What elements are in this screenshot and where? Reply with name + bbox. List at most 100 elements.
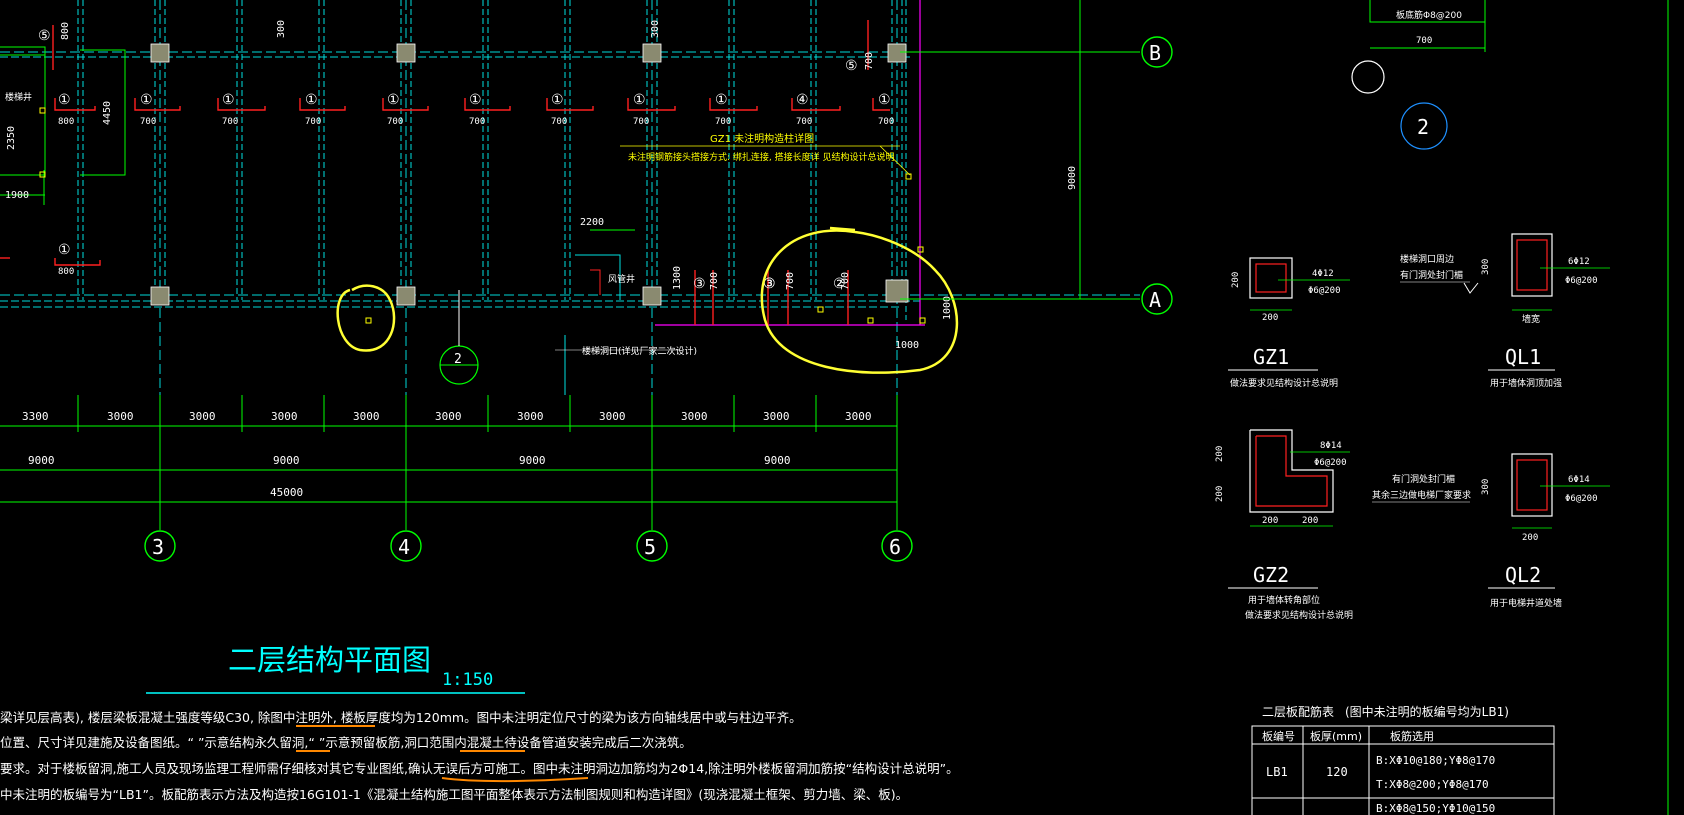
svg-text:300: 300 — [276, 20, 287, 38]
rebar-tag: ① — [633, 92, 646, 108]
svg-text:2: 2 — [454, 352, 462, 367]
svg-text:300: 300 — [650, 20, 661, 38]
svg-text:楼梯洞口(详见厂家二次设计): 楼梯洞口(详见厂家二次设计) — [582, 345, 697, 357]
svg-text:9000: 9000 — [764, 454, 791, 467]
svg-text:700: 700 — [864, 52, 875, 70]
stair-label: 楼梯井 — [5, 91, 32, 103]
table-cell: 120 — [1326, 765, 1348, 779]
rebar-tag: ⑤ — [845, 58, 858, 74]
svg-text:有门洞处封门楣: 有门洞处封门楣 — [1400, 269, 1463, 281]
svg-text:300: 300 — [1481, 259, 1491, 275]
slab-table-title: 二层板配筋表 — [1262, 704, 1334, 719]
cad-drawing-canvas[interactable]: ① ① ① ① ① ① ① ① ① ④ ① ① ⑤ ⑤ ③ ③ ② ③ 800 … — [0, 0, 1684, 815]
slab-table-subtitle: (图中未注明的板编号均为LB1) — [1345, 704, 1509, 719]
svg-text:4Φ12: 4Φ12 — [1312, 269, 1334, 279]
svg-text:9000: 9000 — [1067, 166, 1078, 190]
note-line: 梁详见层高表), 楼层梁板混凝土强度等级C30, 除图中注明外, 楼板厚度均为1… — [0, 710, 802, 725]
rebar-tag: ① — [58, 92, 71, 108]
svg-text:700: 700 — [840, 272, 851, 290]
svg-text:板底筋Φ8@200: 板底筋Φ8@200 — [1396, 9, 1462, 21]
svg-text:墙宽: 墙宽 — [1522, 313, 1540, 325]
svg-text:9000: 9000 — [519, 454, 546, 467]
svg-text:700: 700 — [709, 272, 720, 290]
svg-text:B: B — [1149, 41, 1161, 65]
svg-text:700: 700 — [140, 117, 156, 127]
rebar-tag: ① — [387, 92, 400, 108]
svg-text:700: 700 — [1416, 36, 1432, 46]
ventilation-label: 风管井 — [608, 273, 635, 285]
svg-text:用于电梯井道处墙: 用于电梯井道处墙 — [1490, 597, 1562, 609]
svg-text:4450: 4450 — [102, 101, 113, 125]
svg-text:Φ6@200: Φ6@200 — [1314, 458, 1347, 468]
svg-text:700: 700 — [785, 272, 796, 290]
svg-text:QL1: QL1 — [1505, 345, 1541, 369]
svg-text:A: A — [1149, 288, 1161, 312]
svg-text:GZ1 未注明构造柱详图: GZ1 未注明构造柱详图 — [710, 132, 814, 145]
svg-text:GZ2: GZ2 — [1253, 563, 1289, 587]
svg-text:9000: 9000 — [28, 454, 55, 467]
svg-text:2350: 2350 — [6, 126, 17, 150]
svg-text:3000: 3000 — [845, 410, 872, 423]
svg-text:楼梯洞口周边: 楼梯洞口周边 — [1400, 253, 1454, 265]
rebar-tag: ① — [305, 92, 318, 108]
svg-text:300: 300 — [1481, 479, 1491, 495]
svg-text:200: 200 — [1231, 272, 1241, 288]
svg-text:700: 700 — [469, 117, 485, 127]
svg-text:Φ6@200: Φ6@200 — [1565, 494, 1598, 504]
svg-text:45000: 45000 — [270, 486, 303, 499]
svg-text:800: 800 — [58, 267, 74, 277]
svg-text:6Φ14: 6Φ14 — [1568, 475, 1590, 485]
svg-text:3000: 3000 — [107, 410, 134, 423]
rebar-tag: ① — [551, 92, 564, 108]
svg-text:2: 2 — [1417, 115, 1429, 139]
svg-text:200: 200 — [1215, 486, 1225, 502]
svg-text:700: 700 — [796, 117, 812, 127]
svg-text:700: 700 — [305, 117, 321, 127]
table-header: 板筋选用 — [1390, 729, 1434, 743]
svg-text:3000: 3000 — [763, 410, 790, 423]
svg-text:1000: 1000 — [895, 340, 919, 351]
svg-text:3000: 3000 — [271, 410, 298, 423]
rebar-tag: ⑤ — [38, 28, 51, 44]
svg-text:200: 200 — [1215, 446, 1225, 462]
svg-text:700: 700 — [633, 117, 649, 127]
svg-text:700: 700 — [387, 117, 403, 127]
svg-text:700: 700 — [222, 117, 238, 127]
svg-text:1900: 1900 — [5, 190, 29, 201]
svg-text:3000: 3000 — [435, 410, 462, 423]
svg-text:GZ1: GZ1 — [1253, 345, 1289, 369]
svg-text:用于墙体洞顶加强: 用于墙体洞顶加强 — [1490, 377, 1562, 389]
rebar-tag: ① — [878, 92, 891, 108]
table-header: 板编号 — [1262, 729, 1295, 743]
svg-text:其余三边做电梯厂家要求: 其余三边做电梯厂家要求 — [1372, 489, 1471, 501]
svg-text:6: 6 — [889, 535, 901, 559]
svg-text:4: 4 — [398, 535, 410, 559]
svg-text:3300: 3300 — [22, 410, 49, 423]
table-cell: T:XΦ8@200;YΦ8@170 — [1376, 778, 1489, 791]
table-cell: B:XΦ8@150;YΦ10@150 — [1376, 802, 1495, 815]
svg-text:800: 800 — [58, 117, 74, 127]
table-cell: LB1 — [1266, 765, 1288, 779]
svg-text:3000: 3000 — [353, 410, 380, 423]
rebar-tag: ① — [715, 92, 728, 108]
rebar-tag: ③ — [693, 276, 706, 292]
svg-text:做法要求见结构设计总说明: 做法要求见结构设计总说明 — [1245, 609, 1353, 621]
svg-text:3000: 3000 — [599, 410, 626, 423]
svg-text:6Φ12: 6Φ12 — [1568, 257, 1590, 267]
svg-text:800: 800 — [60, 22, 71, 40]
note-line: 要求。对于楼板留洞,施工人员及现场监理工程师需仔细核对其它专业图纸,确认无误后方… — [0, 761, 959, 776]
svg-text:用于墙体转角部位: 用于墙体转角部位 — [1248, 594, 1320, 606]
svg-text:1300: 1300 — [672, 266, 683, 290]
svg-text:3000: 3000 — [681, 410, 708, 423]
rebar-tag: ① — [58, 242, 71, 258]
svg-text:200: 200 — [1302, 516, 1318, 526]
svg-text:3000: 3000 — [189, 410, 216, 423]
rebar-tag: ① — [469, 92, 482, 108]
rebar-tag: ① — [140, 92, 153, 108]
svg-text:Φ6@200: Φ6@200 — [1308, 286, 1341, 296]
rebar-tag: ④ — [796, 92, 809, 108]
svg-text:Φ6@200: Φ6@200 — [1565, 276, 1598, 286]
note-line: 位置、尺寸详见建施及设备图纸。“ ”示意结构永久留洞,“ ”示意预留板筋,洞口范… — [0, 735, 692, 750]
rebar-tag: ① — [222, 92, 235, 108]
svg-text:700: 700 — [715, 117, 731, 127]
